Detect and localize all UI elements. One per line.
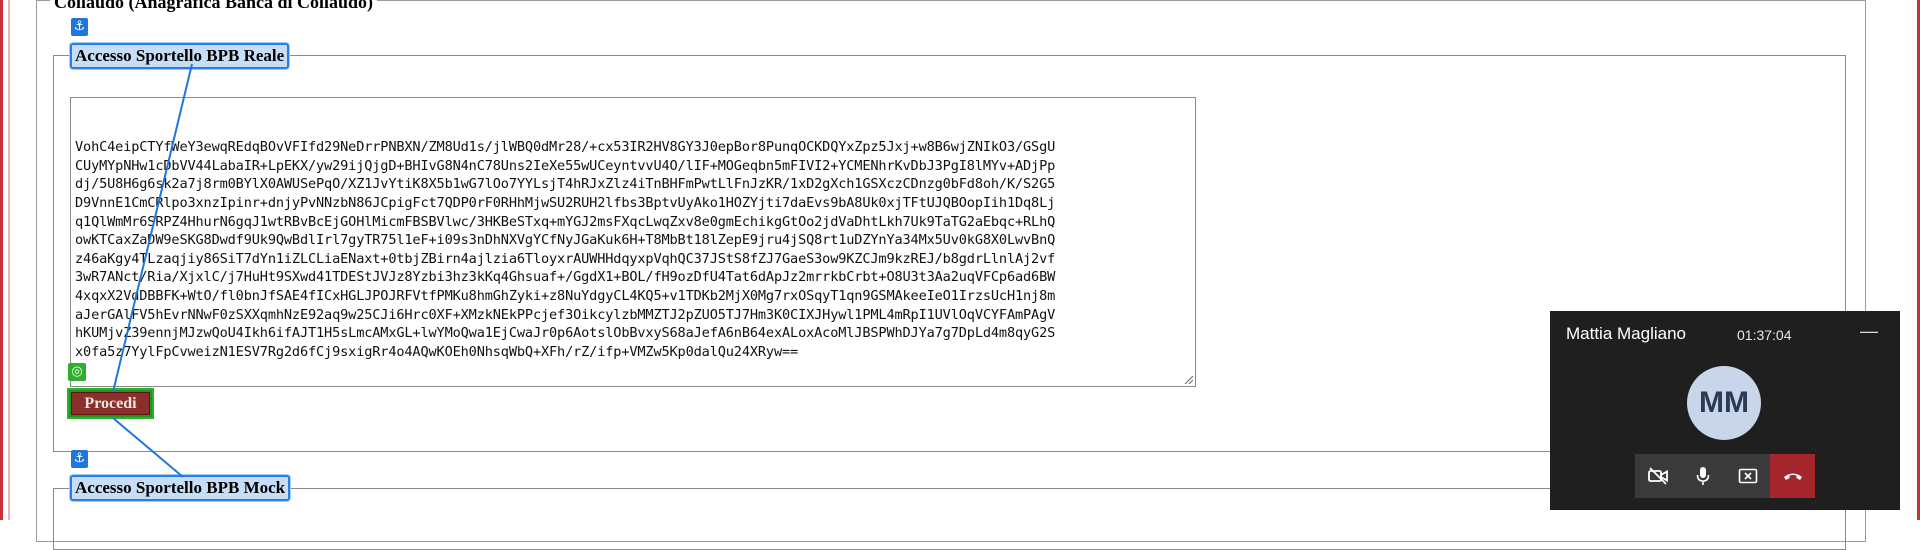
camera-off-icon: [1647, 467, 1668, 485]
proceed-button[interactable]: Procedi: [71, 392, 150, 415]
token-text: VohC4eipCTYfWeY3ewqREdqBOvVFIfd29NeDrrPN…: [75, 138, 1191, 361]
token-line: CUyMYpNHw1cDbVV44LabaIR+LpEKX/yw29ijQjgD…: [75, 157, 1056, 174]
legend-sportello-reale[interactable]: Accesso Sportello BPB Reale: [70, 43, 290, 69]
camera-off-button[interactable]: [1635, 454, 1680, 498]
avatar: MM: [1687, 366, 1761, 440]
token-line: hKUMjvZ39ennjMJzwQoU4Ikh6ifAJT1H5sLmcAMx…: [75, 325, 1056, 342]
minimize-icon[interactable]: —: [1860, 321, 1878, 342]
token-line: VohC4eipCTYfWeY3ewqREdqBOvVFIfd29NeDrrPN…: [75, 139, 1056, 156]
token-line: D9VnnE1CmCRlpo3xnzIpinr+dnjyPvNNzbN86JCp…: [75, 194, 1056, 211]
collaudo-legend: Collaudo (Anagrafica Banca di Collaudo): [50, 0, 378, 13]
token-line: dj/5U8H6g6sk2a7j8rm0BYlX0AWUSePqO/XZ1JvY…: [75, 176, 1056, 193]
page-border-left-inner: [8, 0, 10, 520]
microphone-button[interactable]: [1680, 454, 1725, 498]
target-icon[interactable]: ◎: [68, 363, 86, 381]
screen-share-stop-icon: [1738, 468, 1757, 484]
page-border-left: [0, 0, 3, 520]
hang-up-icon: [1783, 473, 1802, 480]
token-line: aJerGAlFV5hEvrNNwF0zSXXqmhNzE92aq9w25CJi…: [75, 306, 1056, 323]
legend-sportello-mock[interactable]: Accesso Sportello BPB Mock: [70, 475, 291, 501]
call-controls: [1635, 454, 1815, 498]
token-textarea[interactable]: VohC4eipCTYfWeY3ewqREdqBOvVFIfd29NeDrrPN…: [70, 97, 1196, 387]
token-line: 3wR7ANct/Ria/XjxlC/j7HuHt9SXwd41TDEStJVJ…: [75, 269, 1056, 286]
anchor-icon[interactable]: ⚓: [71, 18, 88, 36]
resize-grip-icon[interactable]: [1183, 374, 1193, 384]
share-screen-button[interactable]: [1725, 454, 1770, 498]
call-duration: 01:37:04: [1737, 327, 1792, 343]
proceed-button-highlight: Procedi: [67, 388, 154, 419]
anchor-icon[interactable]: ⚓: [71, 450, 88, 468]
token-line: 4xqxX2VdDBBFK+WtO/fl0bnJfSAE4fICxHGLJPOJ…: [75, 287, 1056, 304]
caller-name: Mattia Magliano: [1566, 324, 1687, 343]
token-line: q1QlWmMr6SRPZ4HhurN6gqJ1wtRBvBcEjGOHlMic…: [75, 213, 1056, 230]
token-line: owKTCaxZaDW9eSKG8Dwdf9Uk9QwBdlIrl7gyTR75…: [75, 232, 1056, 249]
token-line: z46aKgy4TLzaqjiy86SiT7dYn1iZLCLiaENaxt+0…: [75, 250, 1056, 267]
call-panel: Mattia Magliano 01:37:04 — MM: [1550, 311, 1900, 510]
end-call-button[interactable]: [1770, 454, 1815, 498]
microphone-icon: [1696, 467, 1709, 485]
token-line: x0fa5z7YylFpCvweizN1ESV7Rg2d6fCj9sxigRr4…: [75, 343, 799, 360]
